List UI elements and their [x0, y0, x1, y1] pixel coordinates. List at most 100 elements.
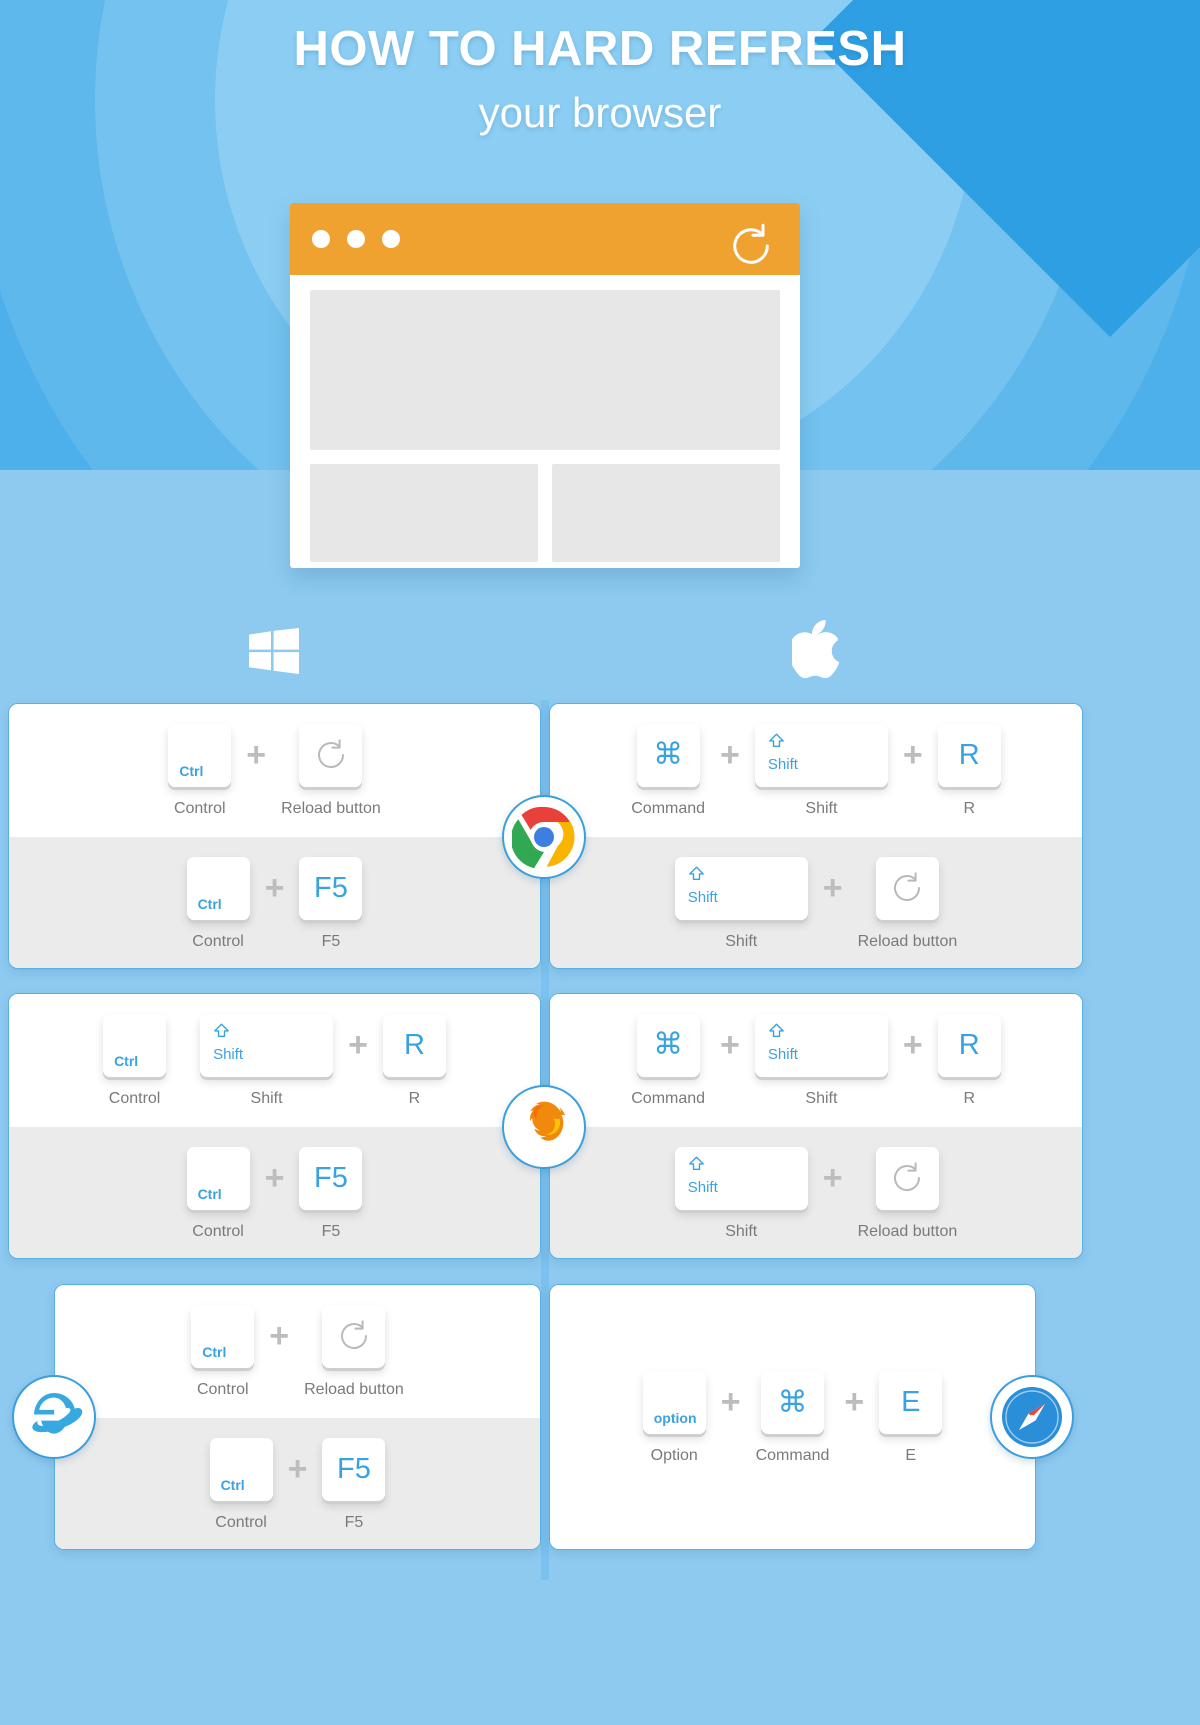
shortcut-row-secondary: Shift Shift + Reload button — [550, 837, 1082, 968]
key-caption: Shift — [805, 799, 838, 817]
key-slot: Shift Shift — [200, 1013, 334, 1108]
key-slot: Reload button — [857, 856, 958, 951]
key-ctrl[interactable]: Ctrl — [191, 1304, 255, 1368]
firefox-icon — [502, 1085, 586, 1169]
plus-separator: + — [902, 1025, 923, 1064]
chrome-icon — [502, 795, 586, 879]
key-caption: Control — [196, 1380, 249, 1398]
plus-separator: + — [720, 1383, 741, 1421]
key-command[interactable]: ⌘ — [761, 1371, 824, 1434]
shift-stack: Shift — [768, 1023, 798, 1062]
command-glyph-icon: ⌘ — [653, 1028, 684, 1061]
shift-stack: Shift — [688, 1156, 718, 1195]
key-caption: R — [408, 1089, 421, 1107]
key-label: F5 — [314, 1161, 348, 1194]
apple-logo-icon — [788, 619, 844, 679]
content-block-right — [552, 464, 780, 562]
shortcut-combo: Ctrl Control + Reload button — [168, 723, 381, 818]
key-r[interactable]: R — [937, 723, 1001, 787]
key-f5[interactable]: F5 — [299, 856, 363, 920]
key-label: Shift — [687, 1178, 718, 1196]
key-shift[interactable]: Shift — [754, 723, 888, 787]
plus-separator: + — [720, 735, 740, 774]
key-ctrl[interactable]: Ctrl — [209, 1437, 273, 1501]
key-caption: Control — [192, 932, 244, 950]
key-caption: Shift — [805, 1089, 838, 1107]
command-glyph-icon: ⌘ — [653, 738, 684, 771]
key-ctrl[interactable]: Ctrl — [168, 723, 232, 787]
shortcut-row-primary: Ctrl Control + Reload button — [9, 704, 540, 837]
key-label: Ctrl — [197, 895, 222, 912]
key-slot: Ctrl Control — [103, 1013, 167, 1108]
key-caption: Command — [631, 1089, 706, 1107]
key-ctrl[interactable]: Ctrl — [186, 856, 250, 920]
os-icon-strip — [0, 600, 1200, 700]
card-ie-windows: Ctrl Control + Reload button Ctrl Control + F5 F… — [54, 1284, 541, 1550]
key-caption: Reload button — [281, 799, 381, 817]
reload-icon — [314, 738, 348, 772]
shortcut-row-primary: Ctrl Control + Reload button — [55, 1285, 540, 1418]
shift-arrow-icon — [688, 1156, 705, 1175]
shortcut-row-primary: option Option + ⌘ Command + E E — [550, 1285, 1035, 1549]
key-slot: ⌘ Command — [755, 1371, 830, 1465]
key-caption: Reload button — [857, 932, 958, 950]
key-slot: Shift Shift — [674, 1146, 808, 1241]
key-reload-button[interactable] — [322, 1304, 386, 1368]
key-caption: Reload button — [857, 1222, 958, 1240]
browser-content — [290, 275, 800, 562]
key-f5[interactable]: F5 — [299, 1146, 363, 1210]
plus-separator: + — [264, 1158, 285, 1197]
shortcut-row-primary: ⌘ Command + Shift Shift + R R — [550, 704, 1082, 837]
key-command[interactable]: ⌘ — [636, 723, 700, 787]
card-firefox-windows: Ctrl Control Shift Shift + R R Ctrl Control + F5 F5 — [8, 993, 541, 1259]
key-caption: Reload button — [304, 1380, 404, 1398]
shift-arrow-icon — [768, 1023, 785, 1042]
shortcut-row-secondary: Ctrl Control + F5 F5 — [9, 1127, 540, 1258]
key-shift[interactable]: Shift — [674, 1146, 808, 1210]
key-slot: Ctrl Control — [191, 1304, 255, 1399]
key-r[interactable]: R — [937, 1013, 1001, 1077]
key-caption: F5 — [321, 1222, 341, 1240]
key-slot: Shift Shift — [754, 723, 888, 818]
key-slot: F5 F5 — [299, 1146, 363, 1241]
reload-icon — [337, 1319, 371, 1353]
key-shift[interactable]: Shift — [754, 1013, 888, 1077]
key-caption: Shift — [725, 1222, 758, 1240]
key-r[interactable]: R — [382, 1013, 446, 1077]
key-ctrl[interactable]: Ctrl — [103, 1013, 167, 1077]
key-label: E — [901, 1386, 921, 1418]
key-label: Ctrl — [202, 1343, 227, 1360]
key-shift[interactable]: Shift — [674, 856, 808, 920]
key-reload-button[interactable] — [875, 1146, 939, 1210]
key-label: Ctrl — [114, 1052, 139, 1069]
key-slot: F5 F5 — [322, 1437, 386, 1532]
key-caption: Command — [755, 1447, 830, 1464]
key-option[interactable]: option — [642, 1371, 706, 1434]
key-f5[interactable]: F5 — [322, 1437, 386, 1501]
reload-icon[interactable] — [726, 221, 776, 271]
card-safari-mac: option Option + ⌘ Command + E E — [549, 1284, 1036, 1550]
key-ctrl[interactable]: Ctrl — [186, 1146, 250, 1210]
key-reload-button[interactable] — [875, 856, 939, 920]
key-caption: E — [905, 1447, 917, 1464]
key-label: Shift — [767, 1045, 798, 1063]
shortcut-row-primary: Ctrl Control Shift Shift + R R — [9, 994, 540, 1127]
key-caption: Shift — [725, 932, 758, 950]
shift-arrow-icon — [213, 1023, 230, 1042]
key-caption: Command — [631, 799, 706, 817]
infographic-page: HOW TO HARD REFRESH your browser Ctrl Co… — [0, 0, 1200, 1725]
shift-stack: Shift — [213, 1023, 243, 1062]
key-shift[interactable]: Shift — [200, 1013, 334, 1077]
key-slot: RR — [382, 1013, 446, 1108]
shortcut-row-secondary: Ctrl Control + F5 F5 — [55, 1418, 540, 1549]
safari-icon — [990, 1375, 1074, 1459]
shortcut-combo: Ctrl Control + F5 F5 — [209, 1437, 386, 1532]
key-caption: F5 — [344, 1513, 364, 1531]
plus-separator: + — [902, 735, 923, 774]
key-e[interactable]: E — [879, 1371, 943, 1434]
reload-icon — [890, 1161, 924, 1195]
key-slot: ⌘ Command — [631, 1013, 706, 1108]
key-reload-button[interactable] — [299, 723, 363, 787]
key-command[interactable]: ⌘ — [636, 1013, 700, 1077]
shift-arrow-icon — [768, 733, 785, 752]
